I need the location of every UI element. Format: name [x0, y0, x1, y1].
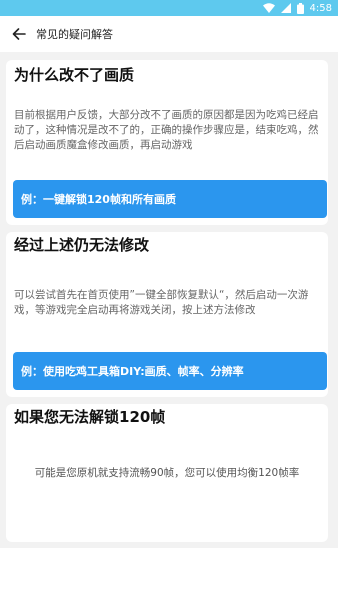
diy-toolbox-button[interactable]: 例：使用吃鸡工具箱DIY:画质、帧率、分辨率	[13, 352, 327, 390]
wifi-icon	[262, 3, 275, 13]
page-title: 常见的疑问解答	[36, 28, 113, 41]
faq-card-2: 经过上述仍无法修改 可以尝试首先在首页使用”一键全部恢复默认“，然后启动一次游戏…	[6, 232, 328, 397]
faq-card-title: 为什么改不了画质	[14, 66, 135, 84]
battery-icon	[296, 2, 304, 14]
faq-card-1: 为什么改不了画质 目前根据用户反馈，大部分改不了画质的原因都是因为吃鸡已经启动了…	[6, 60, 328, 225]
faq-card-title: 如果您无法解锁120帧	[14, 408, 166, 426]
status-bar: 4:58	[0, 0, 338, 16]
faq-card-body: 目前根据用户反馈，大部分改不了画质的原因都是因为吃鸡已经启动了，这种情况是改不了…	[14, 109, 319, 151]
faq-card-body: 可能是您原机就支持流畅90帧，您可以使用均衡120帧率	[34, 467, 300, 479]
signal-icon	[280, 3, 291, 13]
status-time: 4:58	[309, 2, 332, 14]
back-arrow-icon[interactable]	[2, 16, 36, 52]
unlock-120fps-button[interactable]: 例：一键解锁120帧和所有画质	[13, 180, 327, 218]
bottom-area	[0, 548, 338, 597]
faq-card-body: 可以尝试首先在首页使用”一键全部恢复默认“，然后启动一次游戏，等游戏完全启动再将…	[14, 289, 309, 316]
faq-card-3: 如果您无法解锁120帧 可能是您原机就支持流畅90帧，您可以使用均衡120帧率	[6, 404, 328, 542]
status-icons: 4:58	[262, 0, 332, 16]
app-bar: 常见的疑问解答	[0, 16, 338, 52]
faq-card-title: 经过上述仍无法修改	[14, 236, 150, 254]
